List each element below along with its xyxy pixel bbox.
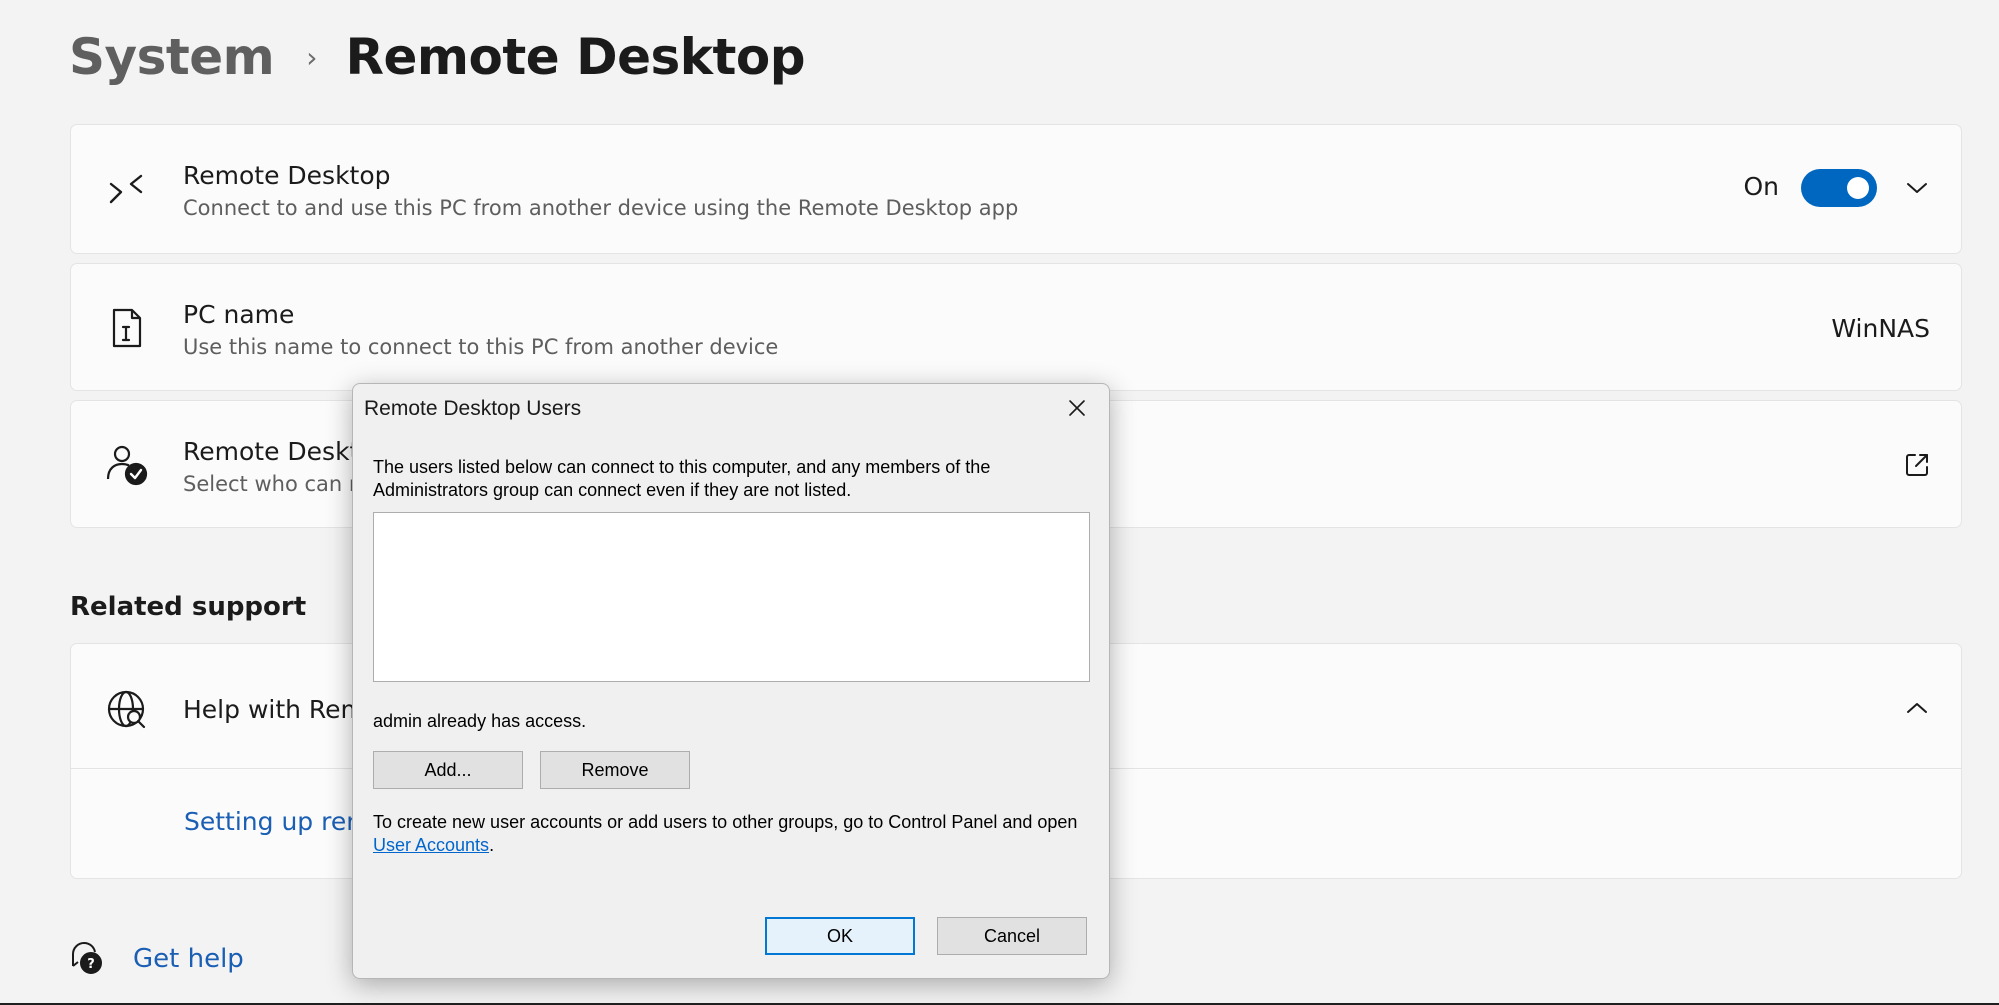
- user-check-icon: [105, 443, 149, 487]
- globe-search-icon: [105, 688, 149, 732]
- chevron-down-icon[interactable]: [1903, 174, 1931, 202]
- help-chat-icon: ?: [69, 940, 103, 978]
- pc-name-value: WinNAS: [1831, 314, 1930, 343]
- toggle-knob: [1847, 177, 1869, 199]
- cancel-button[interactable]: Cancel: [937, 917, 1087, 955]
- page-title: Remote Desktop: [345, 28, 805, 86]
- setting-up-link[interactable]: Setting up rem: [184, 807, 371, 836]
- svg-text:?: ?: [87, 957, 95, 972]
- remote-desktop-title: Remote Desktop: [183, 161, 391, 190]
- dialog-note: To create new user accounts or add users…: [373, 811, 1103, 857]
- dialog-description: The users listed below can connect to th…: [373, 456, 1093, 502]
- breadcrumb-system[interactable]: System: [69, 28, 274, 86]
- remote-desktop-toggle[interactable]: [1801, 169, 1877, 207]
- pc-name-icon: [105, 306, 149, 350]
- breadcrumb: System › Remote Desktop: [69, 22, 805, 92]
- close-icon[interactable]: [1059, 390, 1095, 426]
- help-card-title: Help with Rem: [183, 695, 365, 724]
- user-accounts-link[interactable]: User Accounts: [373, 835, 489, 855]
- note-text: To create new user accounts or add users…: [373, 812, 1077, 832]
- remote-desktop-users-title: Remote Deskto: [183, 437, 375, 466]
- get-help[interactable]: ? Get help: [69, 940, 244, 978]
- pc-name-subtitle: Use this name to connect to this PC from…: [183, 335, 778, 359]
- remote-desktop-icon: [105, 168, 149, 212]
- access-status: admin already has access.: [373, 711, 586, 732]
- remote-desktop-subtitle: Connect to and use this PC from another …: [183, 196, 1018, 220]
- remove-user-button[interactable]: Remove: [540, 751, 690, 789]
- toggle-state-label: On: [1743, 172, 1779, 201]
- related-support-heading: Related support: [70, 592, 306, 622]
- remote-desktop-users-dialog: Remote Desktop Users The users listed be…: [352, 383, 1110, 979]
- pc-name-card: PC name Use this name to connect to this…: [70, 263, 1962, 391]
- add-user-button[interactable]: Add...: [373, 751, 523, 789]
- remote-desktop-users-subtitle: Select who can r: [183, 472, 358, 496]
- chevron-up-icon[interactable]: [1903, 694, 1931, 722]
- get-help-link[interactable]: Get help: [133, 944, 244, 974]
- open-external-icon[interactable]: [1903, 451, 1931, 479]
- note-end: .: [489, 835, 494, 855]
- ok-button[interactable]: OK: [765, 917, 915, 955]
- pc-name-title: PC name: [183, 300, 294, 329]
- remote-desktop-card[interactable]: Remote Desktop Connect to and use this P…: [70, 124, 1962, 254]
- chevron-right-icon: ›: [306, 41, 317, 74]
- users-listbox[interactable]: [373, 512, 1090, 682]
- dialog-title: Remote Desktop Users: [364, 397, 581, 421]
